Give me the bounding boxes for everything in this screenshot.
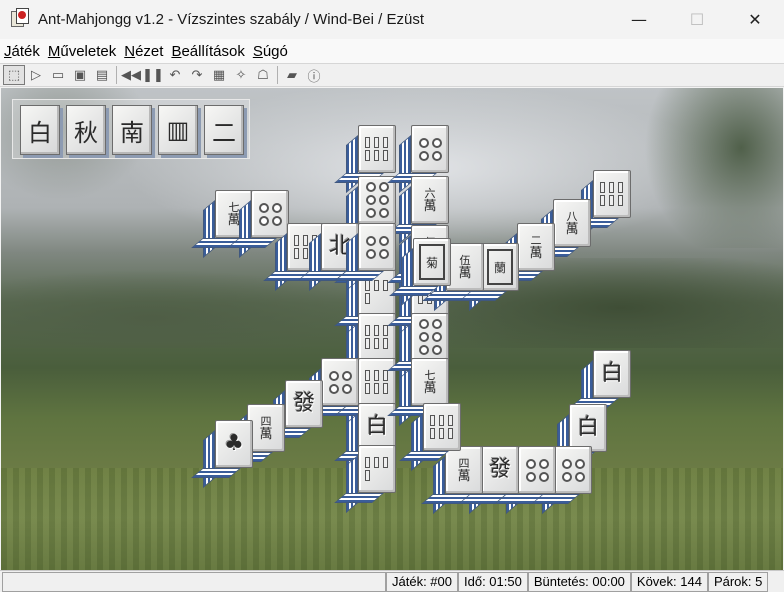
rewind-button[interactable]: ◀◀ [120,65,142,85]
menu-jatek[interactable]: Játék [0,43,44,60]
collected-pairs-panel: 白 秋 南 ▥ 二 [12,99,250,159]
mahjong-tile[interactable]: 四萬 [421,446,483,515]
pause-icon: ❚❚ [142,67,164,83]
status-time: Idő: 01:50 [458,572,528,592]
toolbar: ⬚ ▷ ▭ ▣ ▤ ◀◀ ❚❚ ↶ ↷ ▦ ✧ ☖ ▰ ⓘ [0,63,784,87]
main-window: Ant-Mahjongg v1.2 - Vízszintes szabály /… [0,0,784,592]
mahjong-tile[interactable]: 白 [334,403,396,472]
collected-tile: 秋 [66,105,106,155]
status-message [2,572,386,592]
speech-button[interactable]: ☖ [252,65,274,85]
mahjong-tile[interactable]: 發 [457,446,519,515]
minimize-button[interactable]: — [610,0,668,38]
redo-icon: ↷ [191,67,203,83]
help-book-button[interactable]: ▰ [281,65,303,85]
save-icon: ▣ [73,67,87,83]
mahjong-tile[interactable] [387,313,449,382]
help-book-icon: ▰ [287,67,297,83]
menu-nezet[interactable]: Nézet [120,43,167,60]
undo-icon: ↶ [169,67,181,83]
collected-tile: 南 [112,105,152,155]
mahjong-tile[interactable] [334,176,396,245]
mahjong-tile[interactable]: 白 [545,404,607,473]
mahjong-tile[interactable]: 蘭 [457,243,519,312]
new-game-icon: ⬚ [7,67,21,83]
undo-button[interactable]: ↶ [164,65,186,85]
status-pairs: Párok: 5 [707,572,769,592]
menu-beallitasok[interactable]: Beállítások [167,43,248,60]
mahjong-tile[interactable] [297,358,359,427]
mahjong-tile[interactable]: 二萬 [493,223,555,292]
hint-board-icon: ▦ [212,67,226,83]
hint-board-button[interactable]: ▦ [208,65,230,85]
collected-tile: 白 [20,105,60,155]
game-board[interactable]: 白 秋 南 ▥ 二 白六萬伍萬七萬七萬北八萬二萬蘭伍萬菊發四萬♣白白發四萬 [1,88,783,570]
status-stones: Kövek: 144 [630,572,708,592]
collected-tile: ▥ [158,105,198,155]
mahjong-tile[interactable] [334,313,396,382]
about-icon: ⓘ [307,69,321,85]
mahjong-tile[interactable] [530,446,592,515]
mahjong-tile[interactable] [569,170,631,239]
mahjong-tile[interactable] [334,358,396,427]
mahjong-tile[interactable]: 伍萬 [422,243,484,312]
status-bar: Játék: #00 Idő: 01:50 Büntetés: 00:00 Kö… [0,570,784,592]
mahjong-tile[interactable]: 六萬 [387,176,449,245]
mahjong-tile[interactable]: 白 [569,350,631,419]
mahjong-tile[interactable] [399,403,461,472]
status-penalty: Büntetés: 00:00 [527,572,631,592]
shuffle-button[interactable]: ✧ [230,65,252,85]
window-title: Ant-Mahjongg v1.2 - Vízszintes szabály /… [38,10,424,28]
speech-icon: ☖ [257,67,269,83]
rewind-icon: ◀◀ [121,67,141,83]
save-as-button[interactable]: ▤ [91,65,113,85]
mahjong-tile[interactable]: ♣ [191,420,253,489]
save-as-icon: ▤ [95,67,109,83]
redo-button[interactable]: ↷ [186,65,208,85]
menu-muveletek[interactable]: Műveletek [44,43,120,60]
save-button[interactable]: ▣ [69,65,91,85]
mahjong-tile[interactable] [334,445,396,514]
mahjong-tile[interactable] [334,223,396,292]
open-button[interactable]: ▷ [25,65,47,85]
menu-sugo[interactable]: Súgó [249,43,292,60]
mahjong-tile[interactable] [494,446,556,515]
title-bar: Ant-Mahjongg v1.2 - Vízszintes szabály /… [0,0,784,38]
mahjong-tile[interactable] [227,190,289,259]
app-icon [9,8,31,30]
close-button[interactable]: ✕ [726,0,784,38]
shuffle-icon: ✧ [235,67,247,83]
status-game: Játék: #00 [386,572,458,592]
folder-button[interactable]: ▭ [47,65,69,85]
collected-tile: 二 [204,105,244,155]
mahjong-tile[interactable]: 七萬 [387,358,449,427]
pause-button[interactable]: ❚❚ [142,65,164,85]
open-icon: ▷ [31,67,41,83]
about-button[interactable]: ⓘ [303,65,325,85]
mahjong-tile[interactable] [334,125,396,194]
mahjong-tile[interactable]: 菊 [389,238,451,307]
menu-bar: Játék Műveletek Nézet Beállítások Súgó [0,39,784,63]
new-game-button[interactable]: ⬚ [3,65,25,85]
toolbar-separator [116,66,117,84]
toolbar-separator [277,66,278,84]
mahjong-tile[interactable]: 發 [261,380,323,449]
folder-icon: ▭ [51,67,65,83]
mahjong-tile[interactable] [387,125,449,194]
mahjong-tile[interactable]: 八萬 [529,199,591,268]
maximize-button[interactable]: ☐ [668,0,726,38]
